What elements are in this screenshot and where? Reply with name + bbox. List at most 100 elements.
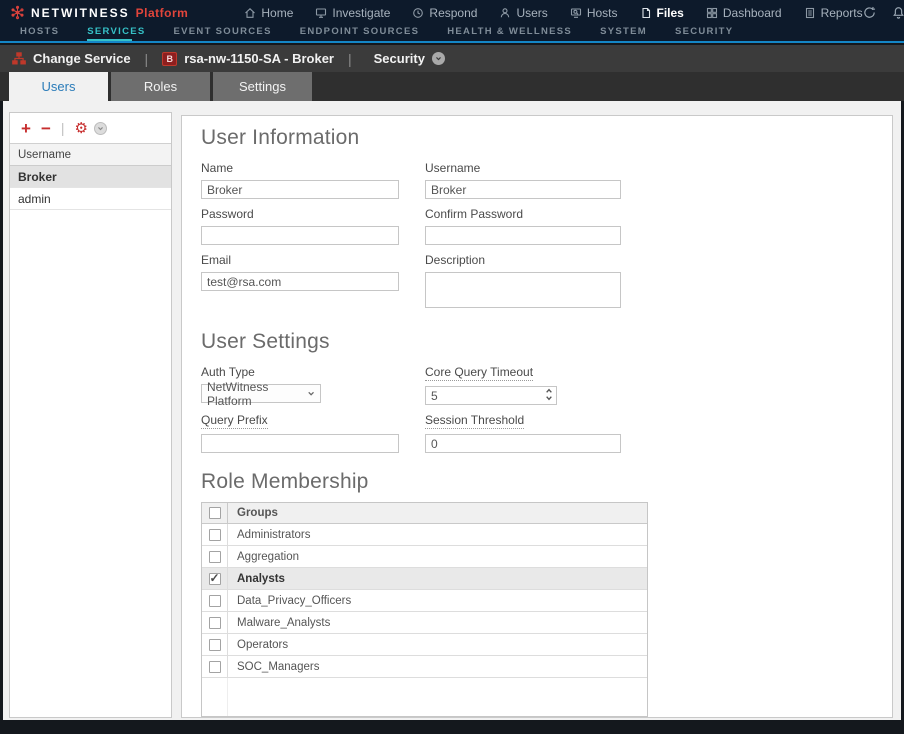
role-row-administrators[interactable]: Administrators: [202, 524, 647, 546]
tab-roles[interactable]: Roles: [111, 72, 210, 101]
user-row-admin[interactable]: admin: [10, 188, 171, 210]
add-user-button[interactable]: +: [21, 120, 31, 137]
top-nav-secondary-row: HOSTS SERVICES EVENT SOURCES ENDPOINT SO…: [0, 23, 904, 39]
gear-dropdown-icon[interactable]: [94, 122, 107, 135]
subnav-hosts[interactable]: HOSTS: [20, 26, 59, 37]
files-icon: [640, 7, 652, 19]
subnav-event-sources[interactable]: EVENT SOURCES: [174, 26, 272, 37]
role-checkbox-checked[interactable]: [209, 573, 221, 585]
tab-settings[interactable]: Settings: [213, 72, 312, 101]
role-checkbox[interactable]: [209, 617, 221, 629]
role-name: Malware_Analysts: [228, 612, 330, 633]
role-name: Data_Privacy_Officers: [228, 590, 351, 611]
core-query-timeout-label: Core Query Timeout: [425, 365, 533, 381]
netwitness-logo[interactable]: NETWITNESS Platform: [10, 5, 188, 20]
top-navigation: NETWITNESS Platform Home Investigate Res…: [0, 0, 904, 43]
role-checkbox[interactable]: [209, 639, 221, 651]
query-prefix-input[interactable]: [201, 434, 399, 453]
nav-item-investigate[interactable]: Investigate: [315, 6, 390, 20]
session-threshold-input[interactable]: [425, 434, 621, 453]
delete-user-button[interactable]: −: [41, 120, 51, 137]
nav-item-reports[interactable]: Reports: [804, 6, 863, 20]
nav-item-label: Respond: [429, 6, 477, 20]
email-input[interactable]: [201, 272, 399, 291]
investigate-icon: [315, 7, 327, 19]
subnav-health-wellness[interactable]: HEALTH & WELLNESS: [447, 26, 572, 37]
view-selector[interactable]: Security: [374, 51, 425, 66]
role-membership-table: Groups Administrators Aggregation Analys…: [201, 502, 648, 717]
username-field-group: Username: [425, 158, 621, 199]
role-checkbox[interactable]: [209, 551, 221, 563]
change-service-button[interactable]: Change Service: [33, 51, 131, 66]
nav-item-label: Investigate: [332, 6, 390, 20]
view-dropdown-icon[interactable]: [432, 52, 445, 65]
dashboard-icon: [706, 7, 718, 19]
nav-item-files[interactable]: Files: [640, 6, 684, 20]
users-list-panel: + − | ⚙ Username Broker admin: [9, 112, 172, 718]
user-row-broker[interactable]: Broker: [10, 166, 171, 188]
name-input[interactable]: [201, 180, 399, 199]
nav-item-label: Dashboard: [723, 6, 782, 20]
users-icon: [499, 7, 511, 19]
role-row-analysts[interactable]: Analysts: [202, 568, 647, 590]
home-icon: [244, 7, 256, 19]
confirm-password-field-group: Confirm Password: [425, 204, 621, 245]
history-icon[interactable]: [863, 6, 876, 19]
notifications-bell-icon[interactable]: [892, 6, 904, 19]
select-all-checkbox[interactable]: [209, 507, 221, 519]
user-settings-title: User Settings: [201, 330, 892, 354]
confirm-password-label: Confirm Password: [425, 207, 523, 221]
role-checkbox[interactable]: [209, 661, 221, 673]
subnav-security[interactable]: SECURITY: [675, 26, 733, 37]
nav-item-label: Users: [516, 6, 547, 20]
subnav-system[interactable]: SYSTEM: [600, 26, 647, 37]
nav-item-hosts[interactable]: Hosts: [570, 6, 618, 20]
session-threshold-field-group: Session Threshold: [425, 410, 621, 453]
broker-service-icon: B: [162, 52, 177, 66]
role-row-data-privacy-officers[interactable]: Data_Privacy_Officers: [202, 590, 647, 612]
separator: |: [348, 51, 352, 67]
change-service-icon: [12, 52, 26, 65]
confirm-password-input[interactable]: [425, 226, 621, 245]
nav-item-respond[interactable]: Respond: [412, 6, 477, 20]
top-nav-primary-row: NETWITNESS Platform Home Investigate Res…: [0, 0, 904, 23]
auth-type-select[interactable]: NetWitness Platform: [201, 384, 321, 403]
role-name: Operators: [228, 634, 288, 655]
role-row-malware-analysts[interactable]: Malware_Analysts: [202, 612, 647, 634]
role-checkbox[interactable]: [209, 595, 221, 607]
name-field-group: Name: [201, 158, 399, 199]
core-query-timeout-input[interactable]: [425, 386, 557, 405]
core-query-timeout-field-group: Core Query Timeout: [425, 362, 621, 405]
role-name: Aggregation: [228, 546, 299, 567]
hosts-icon: [570, 7, 582, 19]
role-row-operators[interactable]: Operators: [202, 634, 647, 656]
auth-type-label: Auth Type: [201, 365, 255, 379]
query-prefix-field-group: Query Prefix: [201, 410, 399, 453]
email-label: Email: [201, 253, 231, 267]
description-input[interactable]: [425, 272, 621, 308]
password-input[interactable]: [201, 226, 399, 245]
name-label: Name: [201, 161, 233, 175]
description-field-group: Description: [425, 250, 621, 313]
nav-item-home[interactable]: Home: [244, 6, 293, 20]
security-tabs: Users Roles Settings: [0, 72, 904, 101]
nav-item-users[interactable]: Users: [499, 6, 547, 20]
subnav-endpoint-sources[interactable]: ENDPOINT SOURCES: [300, 26, 420, 37]
service-name: rsa-nw-1150-SA - Broker: [184, 51, 334, 66]
user-settings-form: Auth Type NetWitness Platform Core Query…: [201, 362, 892, 458]
nav-item-dashboard[interactable]: Dashboard: [706, 6, 782, 20]
number-spinner[interactable]: [545, 388, 553, 401]
role-checkbox[interactable]: [209, 529, 221, 541]
tab-users[interactable]: Users: [9, 72, 108, 101]
description-label: Description: [425, 253, 485, 267]
settings-gear-icon[interactable]: ⚙: [75, 121, 88, 136]
role-name: Administrators: [228, 524, 311, 545]
role-row-soc-managers[interactable]: SOC_Managers: [202, 656, 647, 678]
user-information-form: Name Username Password Confirm Password …: [201, 158, 892, 318]
username-input[interactable]: [425, 180, 621, 199]
session-threshold-label: Session Threshold: [425, 413, 524, 429]
top-nav-menu: Home Investigate Respond Users Hosts Fil…: [244, 6, 862, 20]
role-row-aggregation[interactable]: Aggregation: [202, 546, 647, 568]
brand-suffix: Platform: [136, 6, 189, 20]
subnav-services[interactable]: SERVICES: [87, 26, 145, 37]
